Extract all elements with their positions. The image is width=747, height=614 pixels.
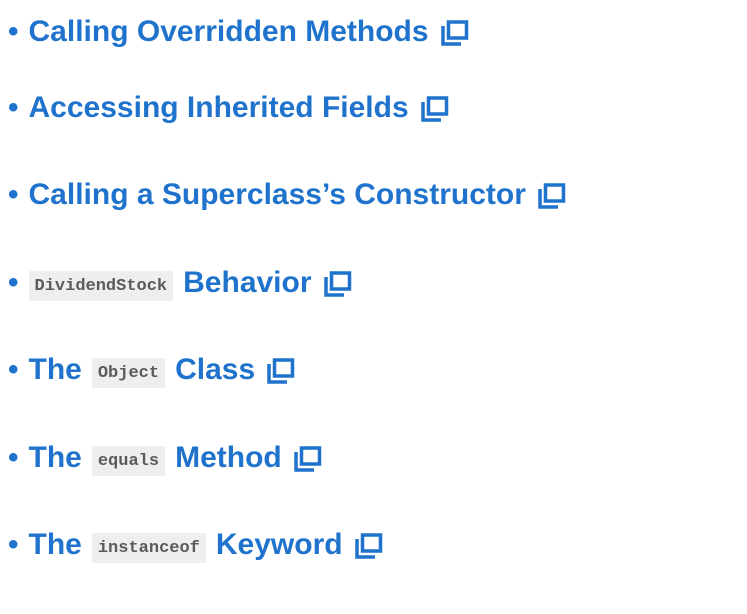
open-in-new-window-icon bbox=[536, 183, 566, 209]
bullet: • bbox=[8, 15, 19, 48]
open-in-new-window-icon bbox=[292, 446, 322, 472]
link-text: Accessing Inherited Fields bbox=[28, 90, 409, 124]
bullet: • bbox=[8, 440, 19, 474]
list-item: • Accessing Inherited Fields bbox=[8, 64, 566, 152]
link-calling-superclass-constructor[interactable]: Calling a Superclass’s Constructor bbox=[29, 178, 566, 212]
link-object-class[interactable]: The Object Class bbox=[28, 353, 296, 389]
inline-code: equals bbox=[91, 445, 166, 476]
open-in-new-window-icon bbox=[265, 358, 295, 384]
link-dividendstock-behavior[interactable]: DividendStock Behavior bbox=[28, 265, 352, 301]
list-item: • Calling Overridden Methods bbox=[8, 0, 566, 64]
link-text: Method bbox=[175, 440, 282, 474]
open-in-new-window-icon bbox=[419, 96, 449, 122]
list-item: • The Object Class bbox=[8, 327, 566, 415]
link-text: Class bbox=[175, 353, 256, 387]
bullet: • bbox=[8, 265, 19, 299]
link-text: Calling a Superclass’s Constructor bbox=[28, 178, 526, 212]
link-calling-overridden-methods[interactable]: Calling Overridden Methods bbox=[29, 15, 469, 49]
bullet: • bbox=[8, 90, 19, 124]
link-text: The bbox=[28, 440, 82, 474]
open-in-new-window-icon bbox=[322, 271, 352, 297]
inline-code: Object bbox=[91, 358, 166, 389]
list-item: • The equals Method bbox=[8, 414, 566, 502]
section-link-list: • Calling Overridden Methods • Accessing… bbox=[8, 0, 566, 589]
list-item: • DividendStock Behavior bbox=[8, 239, 566, 327]
inline-code: instanceof bbox=[91, 533, 206, 564]
open-in-new-window-icon bbox=[353, 533, 383, 559]
bullet: • bbox=[8, 353, 19, 387]
bullet: • bbox=[8, 528, 19, 562]
list-item: • Calling a Superclass’s Constructor bbox=[8, 152, 566, 240]
link-text: The bbox=[28, 528, 82, 562]
link-equals-method[interactable]: The equals Method bbox=[28, 440, 322, 476]
link-instanceof-keyword[interactable]: The instanceof Keyword bbox=[28, 528, 383, 564]
link-text: Calling Overridden Methods bbox=[28, 15, 429, 48]
link-accessing-inherited-fields[interactable]: Accessing Inherited Fields bbox=[29, 91, 449, 125]
bullet: • bbox=[8, 178, 19, 212]
link-text: Keyword bbox=[215, 528, 343, 562]
link-text: Behavior bbox=[183, 265, 312, 299]
link-text: The bbox=[28, 353, 82, 387]
inline-code: DividendStock bbox=[28, 270, 174, 301]
open-in-new-window-icon bbox=[439, 20, 469, 46]
list-item: • The instanceof Keyword bbox=[8, 502, 566, 590]
